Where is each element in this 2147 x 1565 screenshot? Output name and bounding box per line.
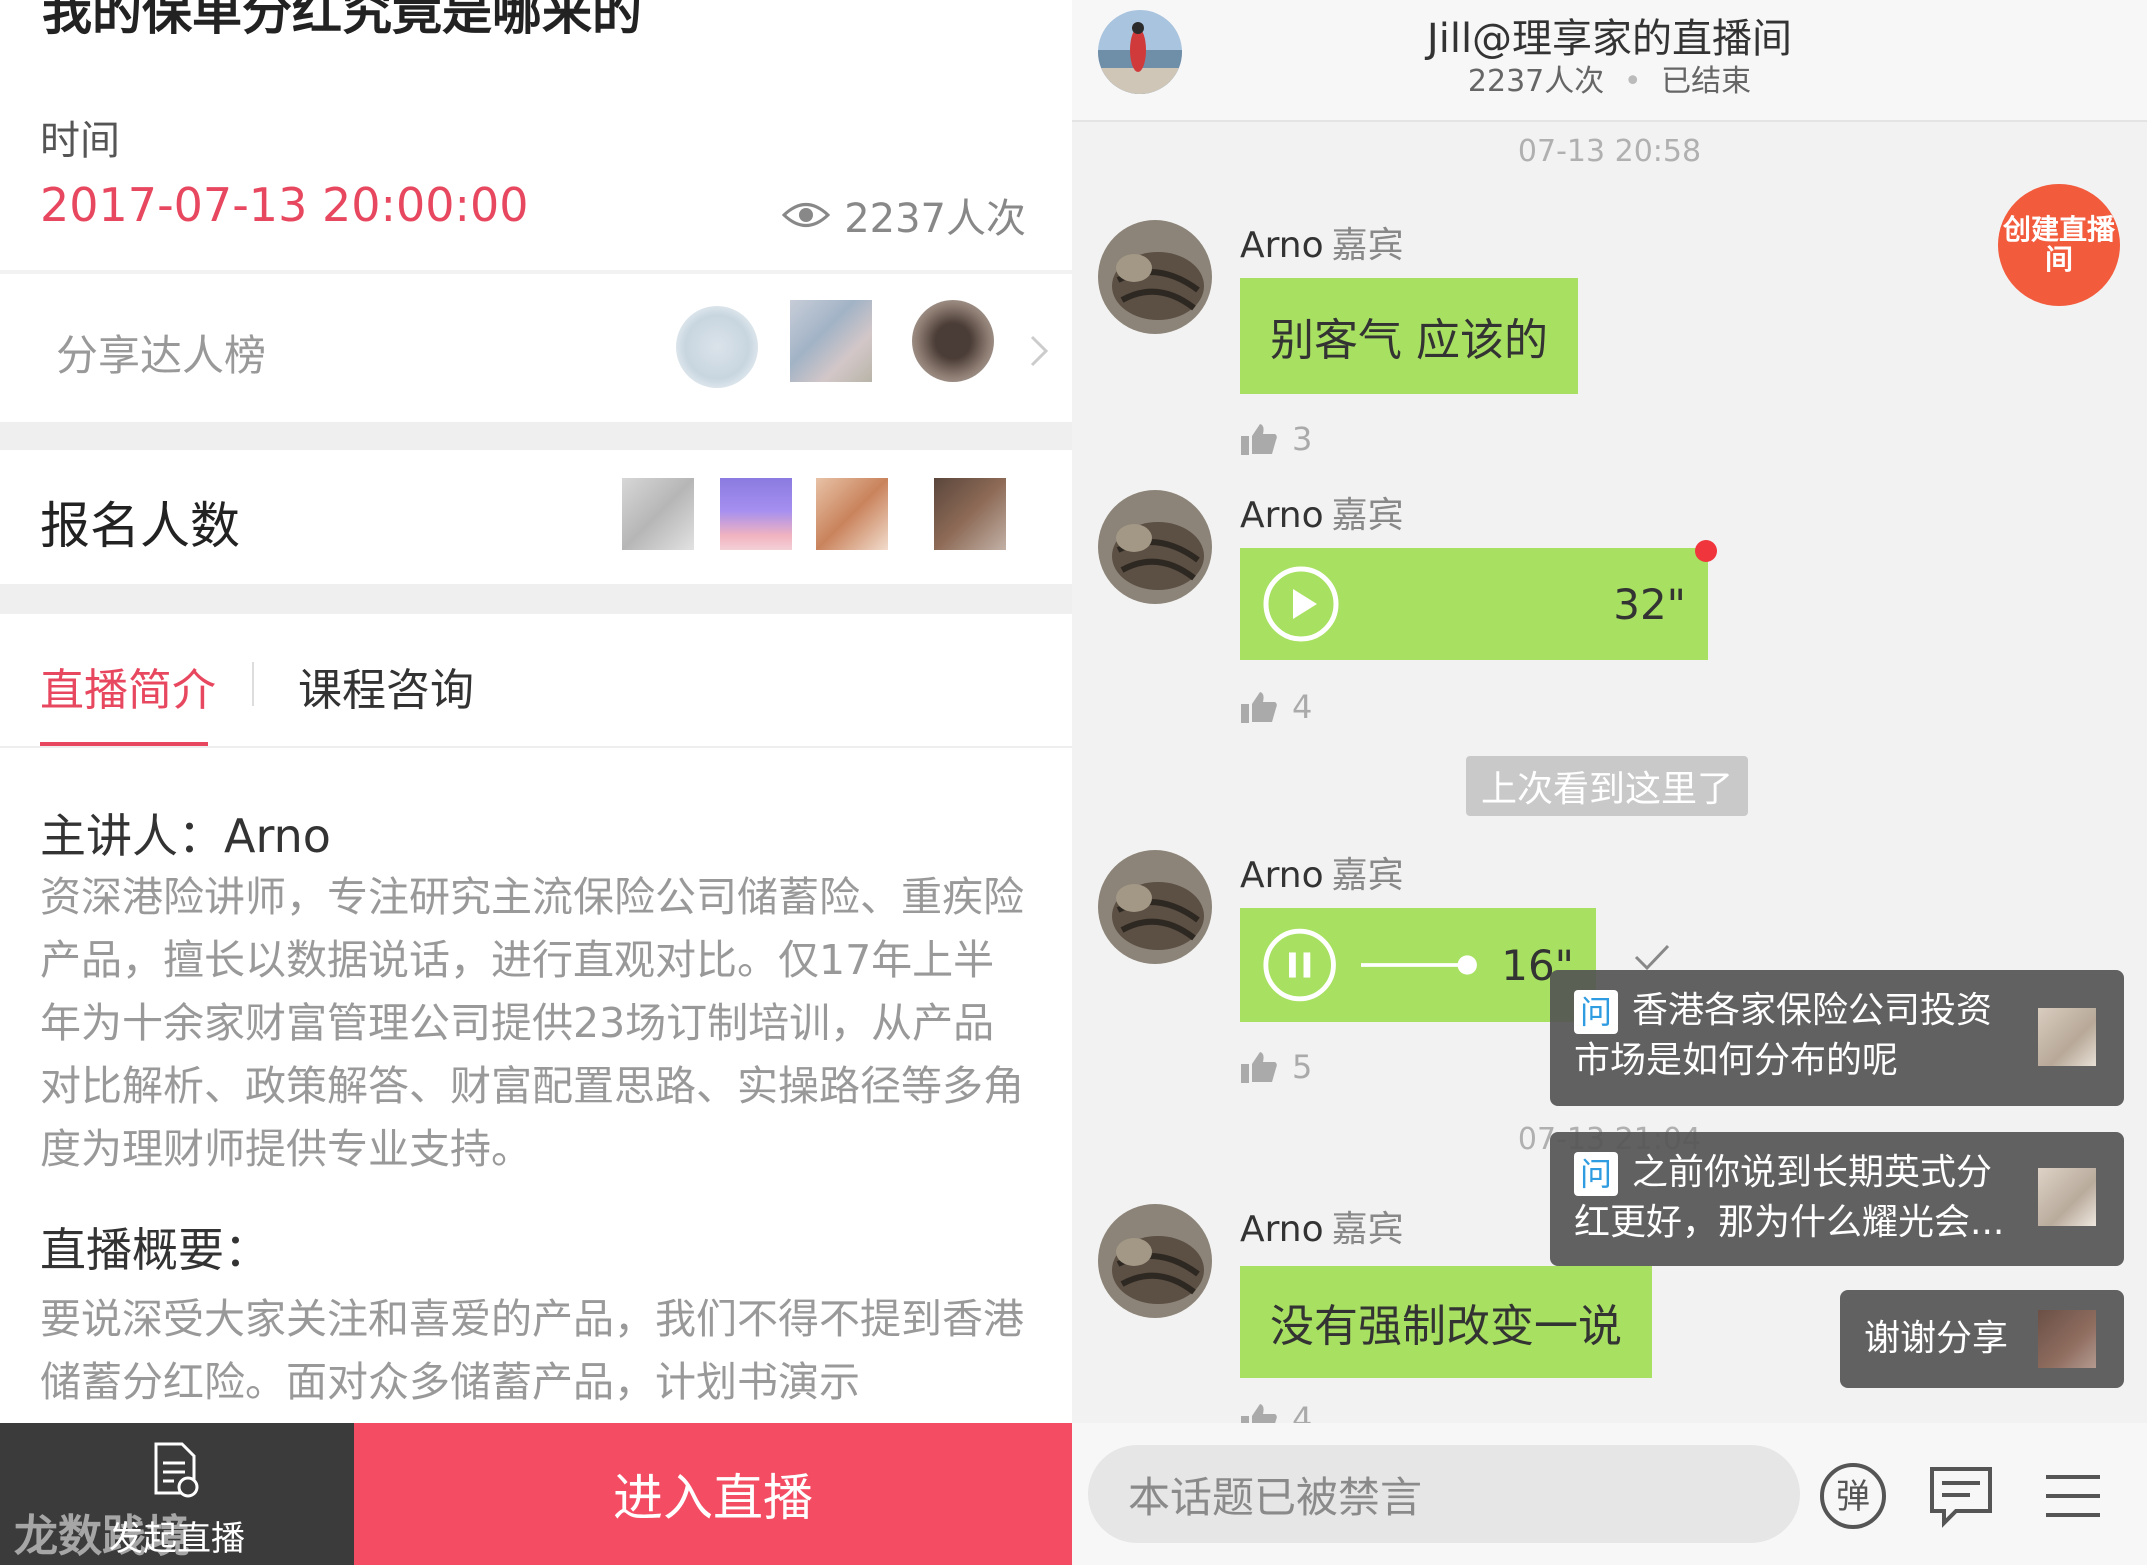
thumbs-up-icon <box>1241 692 1277 723</box>
voice-message[interactable]: 32" <box>1240 548 1708 660</box>
section-gap <box>0 584 1072 614</box>
document-icon <box>154 1442 199 1498</box>
summary-text: 要说深受大家关注和喜爱的产品，我们不得不提到香港储蓄分红险。面对众多储蓄产品，计… <box>40 1295 1024 1406</box>
like-button[interactable]: 3 <box>1240 420 1312 458</box>
sender-name: Arno 嘉宾 <box>1240 495 1404 536</box>
signup-avatar[interactable] <box>622 478 694 550</box>
play-icon[interactable] <box>1262 565 1340 643</box>
page-title: 我的保单分红究竟是哪来的 <box>42 0 642 41</box>
like-button[interactable]: 5 <box>1240 1048 1312 1086</box>
playback-slider[interactable] <box>1361 950 1478 980</box>
unread-dot <box>1695 540 1717 562</box>
view-count: 2237人次 <box>782 186 1026 244</box>
speaker-bio: 资深港险讲师，专注研究主流保险公司储蓄险、重疾险产品，擅长以数据说话，进行直观对… <box>40 873 1024 1173</box>
tab-divider <box>252 662 254 706</box>
danmaku-question[interactable]: 问香港各家保险公司投资 市场是如何分布的呢 <box>1550 970 2124 1106</box>
question-tag: 问 <box>1574 1152 1618 1196</box>
sharers-ranking-label[interactable]: 分享达人榜 <box>56 322 266 383</box>
text-message[interactable]: 没有强制改变一说 <box>1240 1266 1652 1378</box>
message-timestamp: 07-13 20:58 <box>1517 134 1702 169</box>
sender-name: Arno 嘉宾 <box>1240 225 1404 266</box>
time-label: 时间 <box>40 118 120 164</box>
chevron-right-icon[interactable] <box>1028 334 1050 368</box>
text-message[interactable]: 别客气 应该的 <box>1240 278 1578 394</box>
enter-live-button[interactable]: 进入直播 <box>354 1423 1072 1565</box>
signup-avatar[interactable] <box>720 478 792 550</box>
divider <box>0 270 1072 274</box>
thumbs-up-icon <box>1241 1052 1277 1083</box>
summary-title: 直播概要： <box>40 1223 270 1277</box>
avatar[interactable] <box>1098 490 1212 604</box>
create-room-button[interactable]: 创建直播间 <box>1998 184 2120 306</box>
tab-live-intro[interactable]: 直播简介 <box>40 654 216 718</box>
time-value: 2017-07-13 20:00:00 <box>40 178 529 232</box>
danmaku-question[interactable]: 问之前你说到长期英式分 红更好，那为什么耀光会... <box>1550 1132 2124 1266</box>
view-count-text: 2237人次 <box>844 196 1026 242</box>
sender-name: Arno 嘉宾 <box>1240 855 1404 896</box>
signup-avatar[interactable] <box>816 478 888 550</box>
message-input[interactable]: 本话题已被禁言 <box>1088 1445 1800 1543</box>
like-button[interactable]: 4 <box>1240 688 1312 726</box>
danmaku-comment[interactable]: 谢谢分享 <box>1840 1290 2124 1388</box>
section-gap <box>0 422 1072 450</box>
sharer-avatar[interactable] <box>912 300 994 382</box>
sharer-avatar[interactable] <box>676 306 758 388</box>
avatar[interactable] <box>1098 850 1212 964</box>
menu-icon[interactable] <box>2038 1461 2108 1531</box>
sharer-avatar[interactable] <box>790 300 872 382</box>
signup-count-label: 报名人数 <box>40 497 240 555</box>
tab-bar-border <box>0 746 1072 748</box>
room-views: 2237人次 <box>1467 64 1605 99</box>
sender-name: Arno 嘉宾 <box>1240 1209 1404 1250</box>
danmaku-avatar <box>2038 1310 2096 1368</box>
thumbs-up-icon <box>1241 424 1277 455</box>
comment-icon[interactable] <box>1926 1461 1996 1531</box>
danmaku-toggle-label: 弹 <box>1836 1477 1870 1517</box>
danmaku-avatar <box>2038 1168 2096 1226</box>
watermark-logo: 龙数践境 <box>14 1511 190 1562</box>
question-tag: 问 <box>1574 990 1618 1034</box>
input-bar: 本话题已被禁言 弹 <box>1072 1423 2147 1565</box>
live-detail-pane: 我的保单分红究竟是哪来的 时间 2017-07-13 20:00:00 2237… <box>0 0 1072 1565</box>
last-seen-marker[interactable]: 上次看到这里了 <box>1466 756 1748 816</box>
live-room-pane: Jill@理享家的直播间 2237人次 • 已结束 07-13 20:58 创建… <box>1072 0 2147 1565</box>
danmaku-toggle-button[interactable]: 弹 <box>1818 1461 1888 1531</box>
signup-avatar[interactable] <box>934 478 1006 550</box>
speaker-line: 主讲人：Arno <box>40 809 331 863</box>
avatar[interactable] <box>1098 1204 1212 1318</box>
danmaku-avatar <box>2038 1008 2096 1066</box>
eye-icon <box>782 203 831 227</box>
room-status: 已结束 <box>1661 64 1752 99</box>
pause-icon[interactable] <box>1262 926 1337 1004</box>
room-header: Jill@理享家的直播间 2237人次 • 已结束 <box>1072 0 2147 122</box>
check-icon <box>1634 944 1670 971</box>
tab-course-consult[interactable]: 课程咨询 <box>298 654 474 718</box>
voice-message[interactable]: 16" <box>1240 908 1596 1022</box>
avatar[interactable] <box>1098 220 1212 334</box>
room-subtitle: 2237人次 • 已结束 <box>1467 64 1752 99</box>
